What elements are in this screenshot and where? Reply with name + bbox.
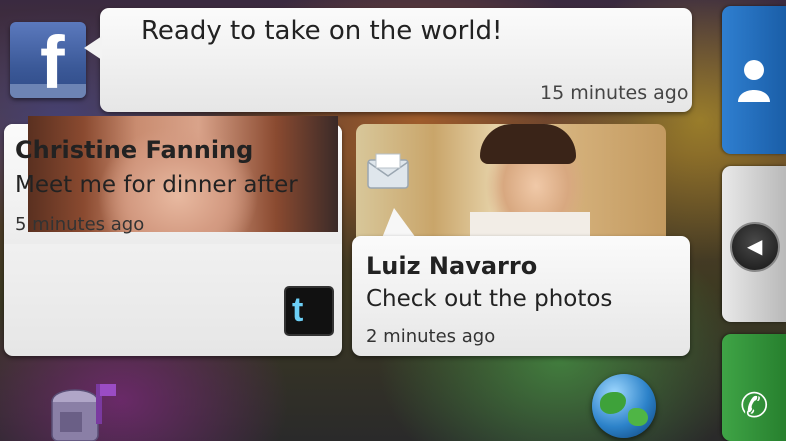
phone-icon: ✆ bbox=[740, 386, 769, 426]
facebook-f-glyph: f bbox=[40, 22, 65, 99]
left-arrow-icon: ◀ bbox=[730, 222, 780, 272]
christine-time: 5 minutes ago bbox=[15, 214, 145, 235]
facebook-status-text: Ready to take on the world! bbox=[141, 16, 503, 46]
christine-name: Christine Fanning bbox=[15, 136, 254, 164]
person-icon bbox=[738, 60, 770, 102]
christine-message: Meet me for dinner after bbox=[15, 172, 298, 198]
facebook-bubble-tail bbox=[84, 36, 102, 60]
globe-land bbox=[628, 408, 648, 426]
mailbox-icon[interactable] bbox=[50, 378, 116, 441]
facebook-status-time: 15 minutes ago bbox=[540, 82, 689, 104]
luiz-name: Luiz Navarro bbox=[366, 252, 538, 280]
luiz-photo-hair bbox=[480, 124, 576, 164]
globe-land bbox=[600, 392, 626, 414]
envelope-icon bbox=[367, 153, 409, 189]
email-bubble-tail bbox=[382, 208, 416, 238]
facebook-icon[interactable]: f bbox=[10, 22, 86, 98]
luiz-message: Check out the photos bbox=[366, 286, 613, 312]
luiz-time: 2 minutes ago bbox=[366, 326, 496, 347]
globe-icon[interactable] bbox=[592, 374, 656, 438]
twitter-icon: t bbox=[284, 286, 334, 336]
